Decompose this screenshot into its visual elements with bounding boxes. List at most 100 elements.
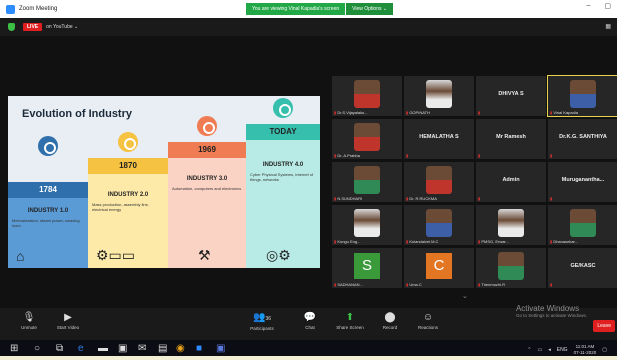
gallery-view-icon[interactable]: ▦ [605,23,611,30]
participant-tile[interactable]: Dr. A.Prabha [332,119,402,159]
participant-video [498,209,524,237]
step-name: INDUSTRY 2.0 [107,192,149,198]
participant-tile[interactable]: GE/KASC [548,248,617,288]
muted-mic-icon [478,196,480,201]
mail-icon[interactable]: ✉ [138,343,146,354]
network-icon[interactable]: ▭ [537,347,542,353]
participant-tile[interactable]: C Uma.C [404,248,474,288]
participant-tile[interactable]: Admin [476,162,546,202]
window-controls: – ▢ [586,2,611,10]
participant-name-label: Dr. R.RUCKMA [406,196,437,201]
file-explorer-icon[interactable]: ▬ [98,343,108,354]
muted-mic-icon [550,153,552,158]
participant-name-label: SADHANAN... [334,282,363,287]
participant-tile[interactable]: Vinal Kapadia [547,75,617,117]
window-title: Zoom Meeting [19,6,58,12]
leave-button[interactable]: Leave [593,320,615,332]
lightbulb-icon [118,132,138,152]
zoom-window: Zoom Meeting You are viewing Vinal Kapad… [0,0,617,360]
start-video-button[interactable]: ▶ Start Video [50,311,86,330]
unmute-label: Unmute [21,325,37,330]
participant-video [426,80,452,108]
zoom-taskbar-icon[interactable]: ■ [196,343,202,354]
participant-name-label: Dr. A.Prabha [334,153,360,158]
participant-tile[interactable]: Dhanasekar... [548,205,617,245]
participant-display-name: Dr.K.G. SANTHIYA [559,134,607,140]
live-stream-bar: LIVE on YouTube ⌄ ▦ [0,18,617,36]
live-badge[interactable]: LIVE [23,23,43,31]
chrome-icon[interactable]: ◉ [176,343,185,354]
participant-display-name: Mr Ramesh [496,134,526,140]
participant-name-label: Dhanasekar... [550,239,578,244]
participant-tile[interactable]: Dr. R.RUCKMA [404,162,474,202]
muted-mic-icon [478,153,480,158]
reactions-icon: ☺ [422,312,434,323]
participant-tile[interactable]: HEMALATHA S [404,119,474,159]
participant-tile[interactable]: Kulandaivel.M.C [404,205,474,245]
chevron-down-icon[interactable]: ⌄ [462,292,468,300]
step-description: Mechanization, steam power, weaving loom [12,218,80,228]
participant-tile[interactable]: S SADHANAN... [332,248,402,288]
volume-icon[interactable]: ◂ [548,347,551,353]
participant-tile[interactable]: N.SUNDHARI [332,162,402,202]
unmute-button[interactable]: 🎙 Unmute [14,311,44,330]
store-icon[interactable]: ▣ [118,343,127,354]
participant-tile[interactable]: Muruganantha... [548,162,617,202]
participant-name-label: Uma.C [406,282,421,287]
maximize-button[interactable]: ▢ [604,2,611,10]
step-description: Mass production, assembly line, electric… [92,202,149,212]
step-name: INDUSTRY 1.0 [27,208,69,214]
participant-video [498,252,524,280]
chevron-up-icon[interactable]: ⌃ [527,347,531,353]
minimize-button[interactable]: – [586,2,590,10]
activate-windows-subtitle: Go to Settings to activate Windows. [515,313,587,318]
step-name: INDUSTRY 4.0 [262,162,304,168]
record-button[interactable]: ⬤ Record [376,311,404,330]
search-icon[interactable]: ○ [34,343,40,354]
participant-video [354,166,380,194]
chat-button[interactable]: 💬 Chat [296,311,324,330]
participants-button[interactable]: 👥36 Participants [244,311,280,331]
participant-name-label: Vinal Kapadia [550,110,578,115]
avatar: C [426,253,452,279]
participant-tile[interactable]: PMSG, Erwar... [476,205,546,245]
participant-tile[interactable]: Mr Ramesh [476,119,546,159]
participant-name-label: PMSG, Erwar... [478,239,509,244]
live-platform-dropdown[interactable]: on YouTube ⌄ [46,24,78,30]
share-screen-button[interactable]: ⬆ Share Screen [332,311,368,330]
title-bar: Zoom Meeting You are viewing Vinal Kapad… [0,0,617,18]
photos-icon[interactable]: ▣ [216,343,225,354]
participant-name-label: GOPINATH [406,110,430,115]
loom-icon: ⌂ [16,248,25,264]
notifications-icon[interactable]: ▢ [602,347,607,353]
participant-tile[interactable]: DHIVYA S [476,76,546,116]
security-shield-icon[interactable] [8,23,15,31]
participant-tile[interactable]: Dr.S.Vijayalaks... [332,76,402,116]
participant-gallery: Dr.S.Vijayalaks... GOPINATH DHIVYA S Vinal … [332,75,617,288]
participant-tile[interactable]: Thenmozhi.R [476,248,546,288]
participant-video [426,166,452,194]
step-name: INDUSTRY 3.0 [186,176,228,182]
participant-tile[interactable]: Dr.K.G. SANTHIYA [548,119,617,159]
participant-display-name: GE/KASC [570,263,596,269]
reactions-button[interactable]: ☺ Reactions [412,311,444,330]
language-indicator[interactable]: ENG [557,347,568,353]
participant-video [354,80,380,108]
task-view-icon[interactable]: ⧉ [56,343,63,354]
participant-tile[interactable]: Kongu Eng... [332,205,402,245]
viewing-banner: You are viewing Vinal Kapadia's screen V… [246,3,394,15]
folder-icon[interactable]: ▤ [158,343,167,354]
clock[interactable]: 11:01 AM 07-11-2020 [574,344,597,356]
edge-icon[interactable]: e [78,343,84,354]
step-year: TODAY [269,127,297,136]
view-options-button[interactable]: View Options ⌄ [346,3,394,15]
robot-arm-icon: ⚒ [198,247,211,263]
participant-display-name: HEMALATHA S [419,134,459,140]
gears-icon [38,136,58,156]
participant-tile[interactable]: GOPINATH [404,76,474,116]
start-icon[interactable]: ⊞ [10,343,18,354]
activate-windows-title: Activate Windows [515,304,580,313]
record-icon: ⬤ [384,312,396,323]
microphone-muted-icon: 🎙 [22,312,36,323]
shared-screen-slide: Evolution of Industry 1784 INDUSTRY 1.0 … [8,96,320,268]
